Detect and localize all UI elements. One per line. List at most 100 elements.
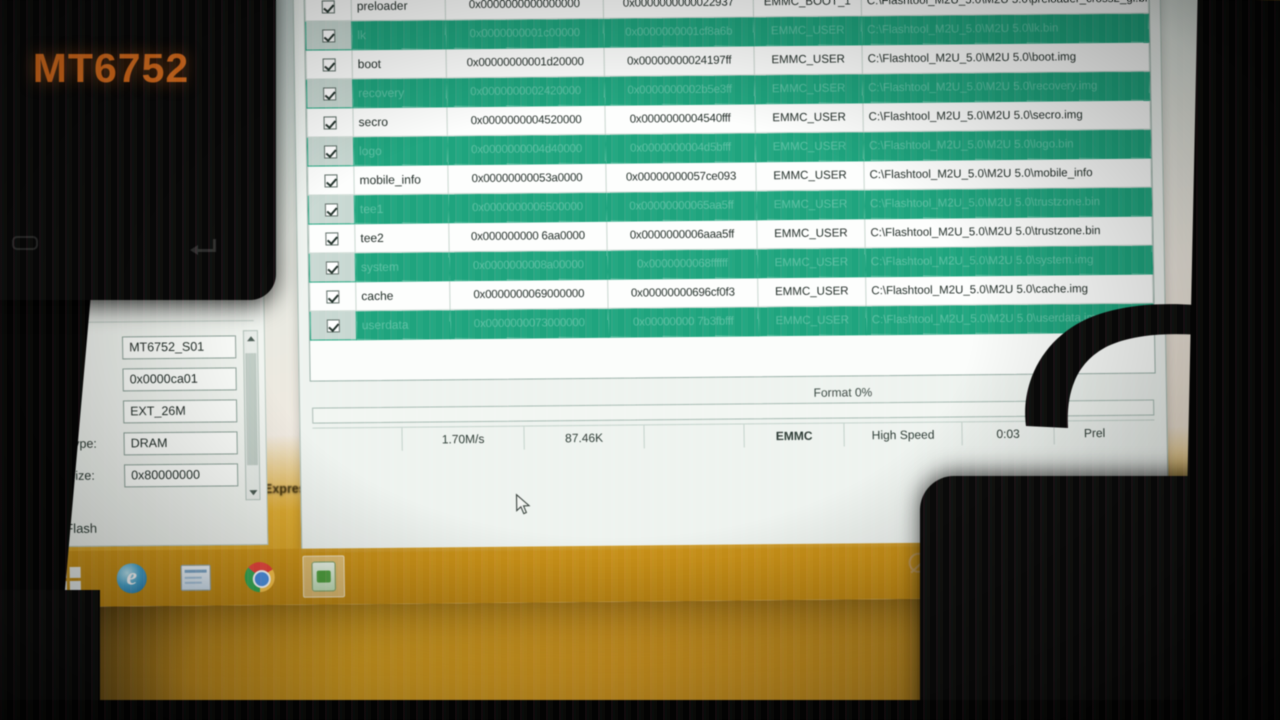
scrollbar-thumb[interactable] <box>245 353 258 466</box>
row-checkbox-cell[interactable] <box>308 223 356 254</box>
row-checkbox-cell[interactable] <box>306 78 353 109</box>
cell-location: C:\Flashtool_M2U_5.0\M2U 5.0\system.img <box>865 245 1153 277</box>
cell-region: EMMC_USER <box>753 15 862 46</box>
cell-end-address: 0x00000000024197ff <box>603 45 755 77</box>
sp-flash-tool-icon <box>311 561 336 592</box>
cell-name: boot <box>351 48 447 79</box>
chip-info-value[interactable]: DRAM <box>123 430 238 455</box>
cell-name: secro <box>352 106 448 137</box>
cell-end-address: 0x0000000004d5bfff <box>605 132 756 164</box>
cell-name: logo <box>353 135 448 166</box>
row-checkbox[interactable] <box>324 203 339 217</box>
phone-device: MT6752 <box>0 0 276 300</box>
row-checkbox[interactable] <box>323 87 337 101</box>
cell-name: tee1 <box>354 193 449 224</box>
row-checkbox-cell[interactable] <box>306 107 354 138</box>
cell-begin-address: 0x0000000069000000 <box>449 279 609 310</box>
cell-begin-address: 0x0000000001c00000 <box>445 18 604 49</box>
cell-region: EMMC_USER <box>756 218 866 249</box>
cell-begin-address: 0x00000000053a0000 <box>447 163 607 194</box>
row-checkbox[interactable] <box>326 290 340 304</box>
cell-region: EMMC_USER <box>757 247 866 278</box>
row-checkbox-cell[interactable] <box>305 49 353 80</box>
cell-name: cache <box>355 280 451 311</box>
cell-name: mobile_info <box>353 164 449 195</box>
status-storage: EMMC <box>744 423 845 448</box>
chip-info-value[interactable]: EXT_26M <box>122 398 238 423</box>
status-blank-1 <box>312 427 403 452</box>
scroll-down-icon[interactable] <box>246 485 259 499</box>
bottom-dark-edge <box>0 700 1280 720</box>
row-checkbox-cell[interactable] <box>305 0 352 22</box>
cell-location: C:\Flashtool_M2U_5.0\M2U 5.0\logo.bin <box>863 129 1151 161</box>
row-checkbox[interactable] <box>325 232 339 246</box>
taskbar-sp-flash-tool[interactable] <box>302 555 346 598</box>
cell-region: EMMC_USER <box>755 131 864 162</box>
cell-location: C:\Flashtool_M2U_5.0\M2U 5.0\mobile_info <box>863 158 1152 190</box>
cell-name: userdata <box>356 309 451 340</box>
cell-name: recovery <box>352 77 447 108</box>
row-checkbox[interactable] <box>321 0 335 14</box>
status-mode: High Speed <box>844 422 963 447</box>
cell-end-address: 0x0000000004540fff <box>604 103 756 135</box>
right-dark-edge <box>1182 0 1280 720</box>
cell-end-address: 0x00000000065aa5ff <box>606 190 757 222</box>
taskbar-file-explorer[interactable] <box>174 557 217 599</box>
row-checkbox-cell[interactable] <box>305 20 352 51</box>
status-blank-2 <box>644 424 745 449</box>
cell-end-address: 0x00000000696cf0f3 <box>607 277 759 309</box>
cell-end-address: 0x00000000057ce093 <box>605 161 757 193</box>
cell-region: EMMC_BOOT_1 <box>753 0 862 17</box>
row-checkbox[interactable] <box>325 261 340 275</box>
scroll-up-icon[interactable] <box>244 331 257 345</box>
cell-name: lk <box>351 19 446 50</box>
mouse-cursor <box>515 493 531 515</box>
chrome-icon <box>244 561 275 593</box>
cell-begin-address: 0x0000000004520000 <box>446 105 606 136</box>
cell-location: C:\Flashtool_M2U_5.0\M2U 5.0\recovery.im… <box>862 71 1150 103</box>
chip-info-value[interactable]: 0x80000000 <box>123 462 239 487</box>
chip-info-value[interactable]: 0x0000ca01 <box>122 366 237 391</box>
cell-region: EMMC_USER <box>757 276 867 307</box>
cell-end-address: 0x0000000006aaa5ff <box>606 219 758 251</box>
cell-location: C:\Flashtool_M2U_5.0\M2U 5.0\boot.img <box>861 42 1150 74</box>
cell-begin-address: 0x0000000073000000 <box>450 308 609 339</box>
row-checkbox[interactable] <box>322 58 336 72</box>
cell-region: EMMC_USER <box>753 44 863 75</box>
cell-name: preloader <box>351 0 446 21</box>
chip-info-scrollbar[interactable] <box>242 330 261 501</box>
cell-region: EMMC_USER <box>754 73 863 104</box>
cell-begin-address: 0x0000000008a00000 <box>449 250 608 281</box>
internet-explorer-icon <box>116 563 147 594</box>
row-checkbox-cell[interactable] <box>307 136 354 167</box>
cell-region: EMMC_USER <box>758 305 867 336</box>
row-checkbox[interactable] <box>324 174 338 188</box>
row-checkbox[interactable] <box>323 116 337 130</box>
row-checkbox-cell[interactable] <box>307 165 355 196</box>
chip-info-value[interactable]: MT6752_S01 <box>121 334 237 359</box>
row-checkbox-cell[interactable] <box>309 252 356 283</box>
row-checkbox-cell[interactable] <box>309 281 357 312</box>
taskbar-internet-explorer[interactable] <box>110 557 153 599</box>
row-checkbox[interactable] <box>323 145 338 159</box>
phone-back-button <box>190 235 216 255</box>
status-size: 87.46K <box>524 425 645 450</box>
phone-menu-button <box>12 236 38 250</box>
row-checkbox[interactable] <box>326 319 340 333</box>
cell-begin-address: 0x0000000002420000 <box>446 76 605 107</box>
taskbar-chrome[interactable] <box>238 556 281 598</box>
row-checkbox-cell[interactable] <box>310 310 357 341</box>
cell-region: EMMC_USER <box>754 102 864 133</box>
cell-name: tee2 <box>354 222 450 253</box>
photographed-screen-scene: Avidemux 2.6 - 64 bits Nero Express C:\S… <box>0 0 1280 720</box>
cell-end-address: 0x0000000068ffffff <box>607 248 758 280</box>
row-checkbox[interactable] <box>322 29 336 43</box>
row-checkbox-cell[interactable] <box>308 194 355 225</box>
cell-end-address: 0x00000000 7b3fbfff <box>608 306 759 338</box>
cell-location: C:\Flashtool_M2U_5.0\M2U 5.0\lk.bin <box>861 13 1149 45</box>
cell-begin-address: 0x0000000000000000 <box>445 0 604 20</box>
cell-end-address: 0x0000000000022937 <box>603 0 754 19</box>
cell-location: C:\Flashtool_M2U_5.0\M2U 5.0\secro.img <box>862 100 1151 132</box>
cell-region: EMMC_USER <box>755 160 865 191</box>
status-speed: 1.70M/s <box>402 426 525 451</box>
